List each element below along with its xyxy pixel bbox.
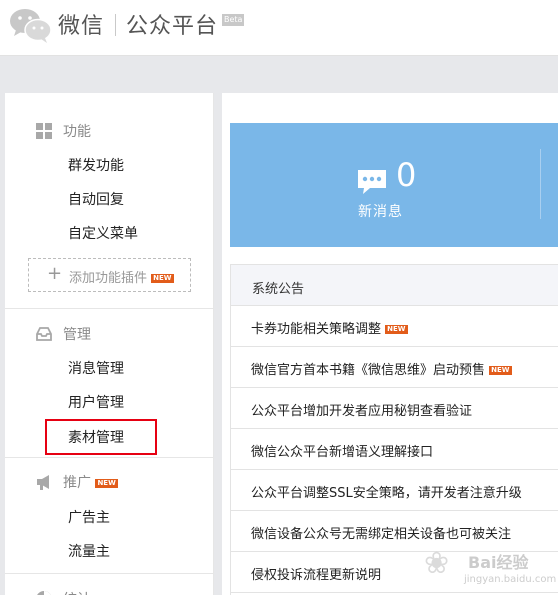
sidebar-divider bbox=[5, 457, 214, 458]
platform-name[interactable]: 公众平台 bbox=[126, 8, 218, 40]
sidebar-divider bbox=[5, 308, 214, 309]
sidebar-section-manage: 管理 bbox=[5, 318, 214, 348]
notice-item-text[interactable]: 侵权投诉流程更新说明 bbox=[251, 564, 381, 583]
grid-icon bbox=[36, 123, 52, 139]
sidebar-section-function: 功能 bbox=[5, 115, 214, 145]
highlight-box bbox=[45, 419, 157, 455]
sidebar-item-mass-send[interactable]: 群发功能 bbox=[68, 155, 124, 175]
baidu-jingyan-watermark: ❀ Bai经验 jingyan.baidu.com bbox=[424, 544, 558, 595]
brand-name[interactable]: 微信 bbox=[58, 8, 104, 40]
new-message-count: 0 bbox=[396, 156, 417, 194]
megaphone-icon bbox=[37, 475, 49, 490]
sidebar-item-users[interactable]: 用户管理 bbox=[68, 392, 124, 412]
notice-header: 系统公告 bbox=[231, 265, 558, 306]
notice-item[interactable]: 微信官方首本书籍《微信思维》启动预售 NEW bbox=[231, 347, 558, 388]
sidebar-item-custom-menu[interactable]: 自定义菜单 bbox=[68, 223, 138, 243]
new-badge: NEW bbox=[489, 366, 512, 375]
sidebar-divider bbox=[5, 573, 214, 574]
add-plugin-label: 添加功能插件 NEW bbox=[69, 271, 174, 286]
watermark-url: jingyan.baidu.com bbox=[464, 574, 557, 585]
panel-divider bbox=[540, 149, 541, 219]
sidebar-item-advertiser[interactable]: 广告主 bbox=[68, 507, 110, 527]
beta-badge: Beta bbox=[222, 14, 245, 26]
sidebar-section-stats: 统计 bbox=[5, 583, 214, 595]
paw-icon: ❀ bbox=[424, 546, 450, 581]
add-plugin-button[interactable]: + 添加功能插件 NEW bbox=[28, 258, 191, 292]
sidebar-section-title: 推广 NEW bbox=[63, 475, 118, 491]
notice-item[interactable]: 公众平台调整SSL安全策略，请开发者注意升级 bbox=[231, 470, 558, 511]
notice-title: 系统公告 bbox=[252, 282, 305, 297]
top-header: 微信 公众平台 Beta bbox=[0, 0, 558, 56]
wechat-logo-icon[interactable] bbox=[8, 6, 54, 44]
sidebar-section-title: 管理 bbox=[63, 327, 91, 343]
notice-item[interactable]: 公众平台增加开发者应用秘钥查看验证 bbox=[231, 388, 558, 429]
notice-item[interactable]: 卡券功能相关策略调整 NEW bbox=[231, 306, 558, 347]
new-badge: NEW bbox=[385, 325, 408, 334]
new-messages-panel[interactable]: 0 新消息 bbox=[230, 123, 558, 247]
sidebar-item-auto-reply[interactable]: 自动回复 bbox=[68, 189, 124, 209]
sidebar-section-title: 统计 bbox=[63, 589, 91, 595]
chat-bubble-icon bbox=[358, 170, 386, 194]
notice-item-text[interactable]: 微信公众平台新增语义理解接口 bbox=[251, 441, 433, 460]
sidebar-item-messages[interactable]: 消息管理 bbox=[68, 358, 124, 378]
brand-divider bbox=[115, 14, 116, 36]
sidebar-section-promote: 推广 NEW bbox=[5, 466, 214, 496]
notice-item-text[interactable]: 微信官方首本书籍《微信思维》启动预售 NEW bbox=[251, 359, 512, 378]
sidebar-section-title: 功能 bbox=[63, 124, 91, 140]
pie-chart-icon bbox=[37, 591, 51, 595]
plus-icon: + bbox=[47, 263, 63, 284]
main-content: 0 新消息 系统公告 卡券功能相关策略调整 NEW 微信官方首本书籍《微信思维》… bbox=[222, 93, 558, 595]
notice-item-text[interactable]: 公众平台调整SSL安全策略，请开发者注意升级 bbox=[251, 482, 522, 501]
notice-item-text[interactable]: 微信设备公众号无需绑定相关设备也可被关注 bbox=[251, 523, 511, 542]
sidebar-item-publisher[interactable]: 流量主 bbox=[68, 541, 110, 561]
notice-item[interactable]: 微信公众平台新增语义理解接口 bbox=[231, 429, 558, 470]
notice-item-text[interactable]: 公众平台增加开发者应用秘钥查看验证 bbox=[251, 400, 472, 419]
sidebar: 功能 群发功能 自动回复 自定义菜单 + 添加功能插件 NEW 管理 消息管理 … bbox=[5, 93, 214, 595]
notice-item-text[interactable]: 卡券功能相关策略调整 NEW bbox=[251, 318, 408, 337]
watermark-text: Bai经验 bbox=[468, 553, 529, 572]
new-badge: NEW bbox=[151, 274, 174, 283]
inbox-icon bbox=[36, 327, 52, 341]
new-badge: NEW bbox=[95, 478, 118, 488]
new-message-label: 新消息 bbox=[358, 204, 403, 220]
